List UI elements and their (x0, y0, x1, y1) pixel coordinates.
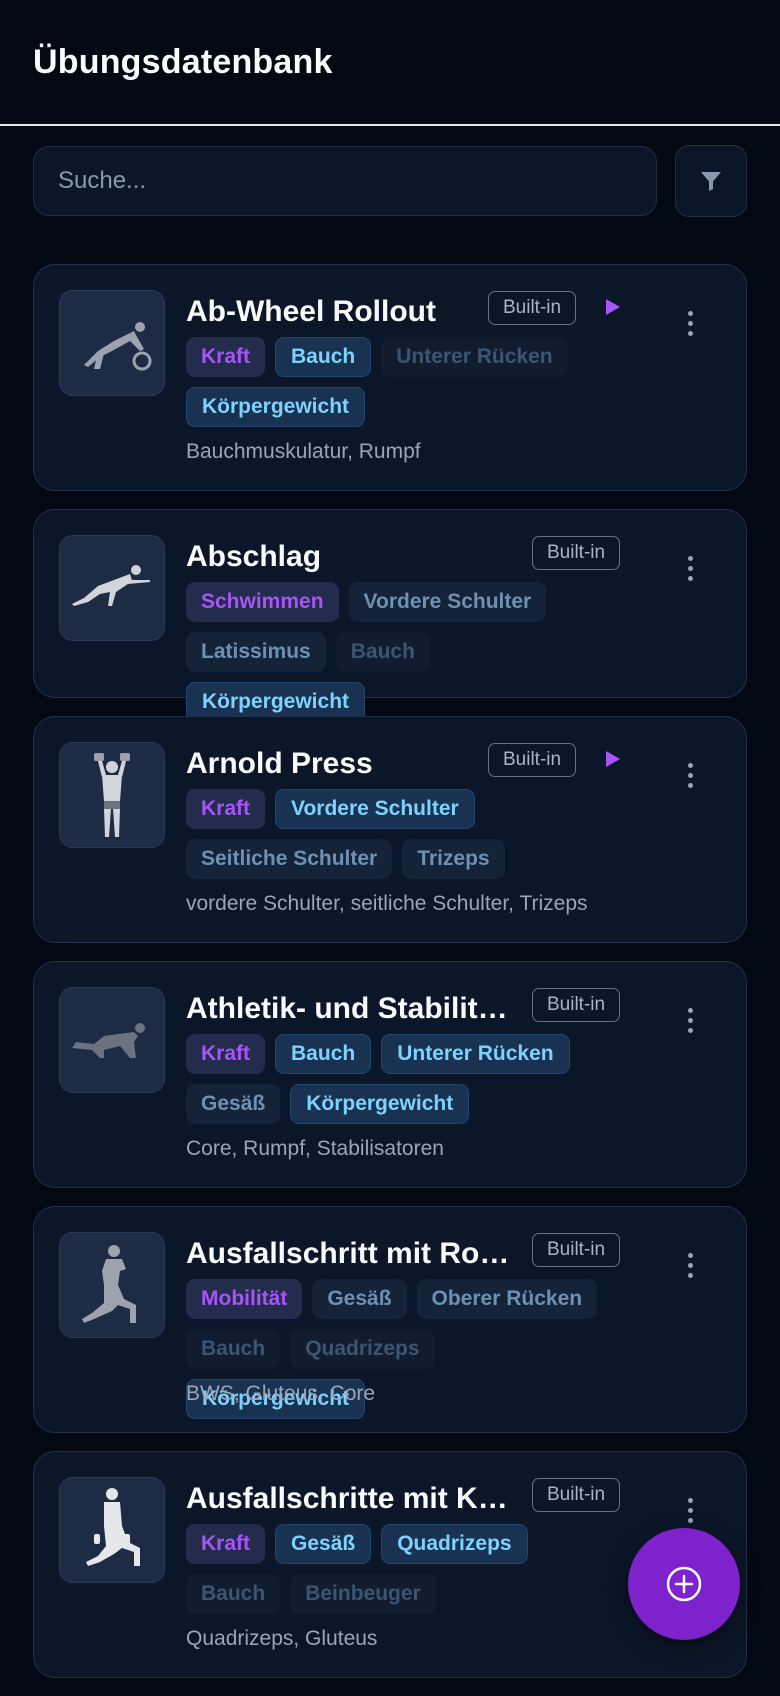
exercise-description: BWS, Gluteus, Core (186, 1382, 376, 1405)
exercise-description: Bauchmuskulatur, Rumpf (186, 440, 421, 463)
tag-list: Kraft Gesäß Quadrizeps Bauch Beinbeuger (186, 1524, 616, 1614)
exercise-thumbnail (59, 1232, 165, 1338)
exercise-thumbnail (59, 535, 165, 641)
builtin-badge: Built-in (488, 291, 577, 325)
muscle-tag: Bauch (275, 1034, 372, 1074)
muscle-tag: Trizeps (402, 839, 505, 879)
exercise-name: Athletik- und Stabilitätstraining (186, 992, 516, 1025)
exercise-description: Core, Rumpf, Stabilisatoren (186, 1137, 444, 1160)
exercise-description: Quadrizeps, Gluteus (186, 1627, 378, 1650)
muscle-tag: Unterer Rücken (381, 337, 568, 377)
category-tag: Kraft (186, 337, 266, 377)
more-menu-icon[interactable] (688, 1498, 694, 1528)
exercise-card[interactable]: Arnold Press Built-in Kraft Vordere Schu… (33, 716, 747, 943)
exercise-thumbnail (59, 290, 165, 396)
exercise-card[interactable]: Ab-Wheel Rollout Built-in Kraft Bauch Un… (33, 264, 747, 491)
exercise-thumbnail (59, 742, 165, 848)
exercise-name: Ausfallschritte mit Kurzhanteln (186, 1482, 516, 1515)
more-menu-icon[interactable] (688, 763, 694, 793)
category-tag: Kraft (186, 1524, 266, 1564)
muscle-tag: Quadrizeps (290, 1329, 435, 1369)
more-menu-icon[interactable] (688, 1008, 694, 1038)
muscle-tag: Gesäß (186, 1084, 281, 1124)
muscle-tag: Vordere Schulter (348, 582, 547, 622)
tag-list: Kraft Bauch Unterer Rücken Gesäß Körperg… (186, 1034, 616, 1124)
exercise-description: vordere Schulter, seitliche Schulter, Tr… (186, 892, 588, 915)
exercise-thumbnail (59, 1477, 165, 1583)
play-icon[interactable] (604, 297, 622, 317)
exercise-card[interactable]: Athletik- und Stabilitätstraining Built-… (33, 961, 747, 1188)
builtin-badge: Built-in (532, 1233, 621, 1267)
page-title: Übungsdatenbank (33, 42, 333, 81)
tag-list: Kraft Bauch Unterer Rücken Körpergewicht (186, 337, 616, 427)
muscle-tag: Quadrizeps (381, 1524, 528, 1564)
exercise-name: Arnold Press (186, 747, 373, 780)
muscle-tag: Bauch (186, 1574, 281, 1614)
builtin-badge: Built-in (532, 988, 621, 1022)
exercise-list: Ab-Wheel Rollout Built-in Kraft Bauch Un… (33, 264, 747, 1696)
builtin-badge: Built-in (488, 743, 577, 777)
crawling-figure-icon (72, 565, 150, 606)
filter-icon (701, 172, 721, 191)
muscle-tag: Gesäß (275, 1524, 372, 1564)
more-menu-icon[interactable] (688, 1253, 694, 1283)
play-icon[interactable] (604, 749, 622, 769)
muscle-tag: Bauch (275, 337, 372, 377)
exercise-name: Ausfallschritt mit Rotation (186, 1237, 516, 1270)
lunge-dumbbell-figure-icon (86, 1488, 140, 1566)
exercise-name: Ab-Wheel Rollout (186, 295, 436, 328)
search-input[interactable] (33, 146, 657, 216)
app-header: Übungsdatenbank (0, 0, 780, 126)
muscle-tag: Bauch (186, 1329, 281, 1369)
more-menu-icon[interactable] (688, 556, 694, 586)
muscle-tag: Gesäß (312, 1279, 407, 1319)
equipment-tag: Körpergewicht (290, 1084, 470, 1124)
filter-button[interactable] (675, 145, 747, 217)
muscle-tag: Bauch (335, 632, 430, 672)
ab-wheel-figure-icon (84, 322, 152, 371)
more-menu-icon[interactable] (688, 311, 694, 341)
muscle-tag: Seitliche Schulter (186, 839, 393, 879)
exercise-thumbnail (59, 987, 165, 1093)
category-tag: Mobilität (186, 1279, 303, 1319)
category-tag: Schwimmen (186, 582, 339, 622)
builtin-badge: Built-in (532, 536, 621, 570)
tag-list: Kraft Vordere Schulter Seitliche Schulte… (186, 789, 616, 879)
exercise-card[interactable]: Abschlag Built-in Schwimmen Vordere Schu… (33, 509, 747, 722)
plus-circle-icon (666, 1566, 702, 1602)
lunge-rotation-figure-icon (82, 1245, 136, 1323)
muscle-tag: Beinbeuger (290, 1574, 436, 1614)
add-exercise-button[interactable] (628, 1528, 740, 1640)
exercise-card[interactable]: Ausfallschritt mit Rotation Built-in Mob… (33, 1206, 747, 1433)
tag-list: Schwimmen Vordere Schulter Latissimus Ba… (186, 582, 616, 722)
muscle-tag: Unterer Rücken (381, 1034, 570, 1074)
quadruped-figure-icon (72, 1023, 145, 1058)
equipment-tag: Körpergewicht (186, 387, 366, 427)
category-tag: Kraft (186, 789, 266, 829)
builtin-badge: Built-in (532, 1478, 621, 1512)
exercise-name: Abschlag (186, 540, 322, 573)
category-tag: Kraft (186, 1034, 266, 1074)
dumbbell-press-figure-icon (94, 753, 130, 837)
muscle-tag: Latissimus (186, 632, 326, 672)
search-bar (33, 145, 747, 217)
muscle-tag: Oberer Rücken (416, 1279, 598, 1319)
muscle-tag: Vordere Schulter (275, 789, 475, 829)
